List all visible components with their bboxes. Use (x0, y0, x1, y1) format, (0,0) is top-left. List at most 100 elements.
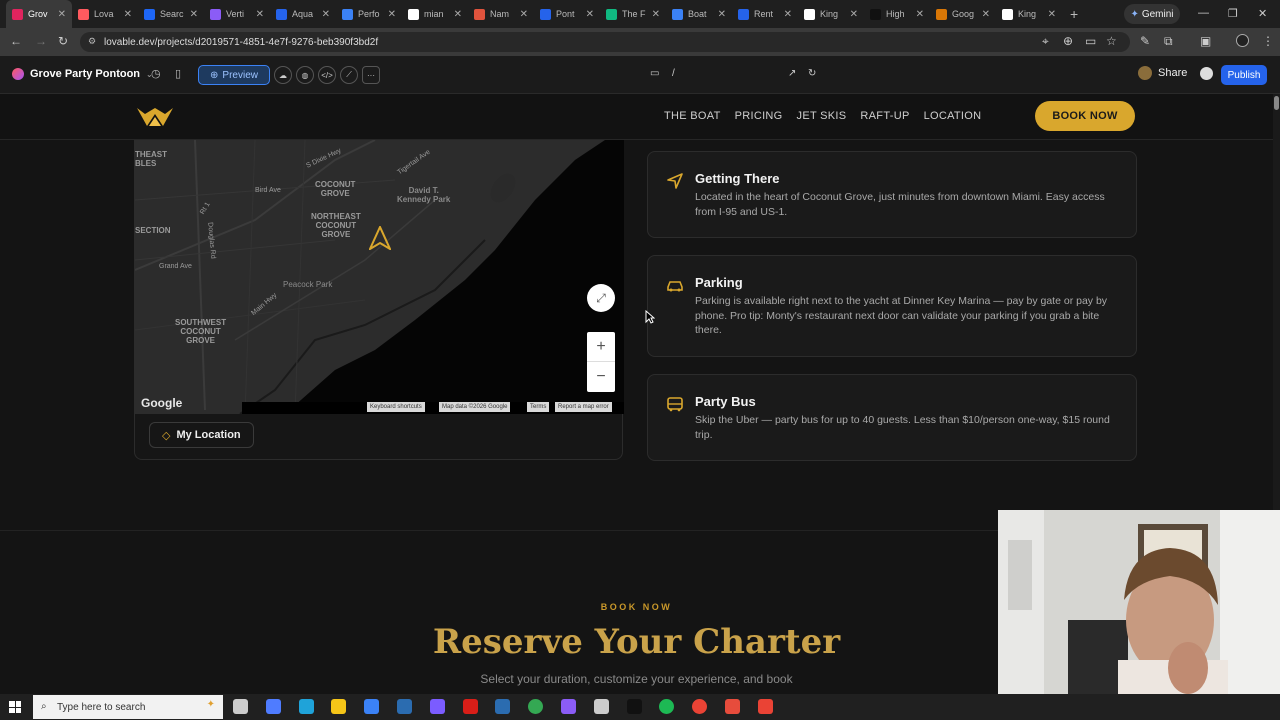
app-chrome-icon[interactable] (757, 699, 773, 714)
maximize-button[interactable]: ❐ (1228, 7, 1238, 20)
edge-icon[interactable] (298, 699, 314, 714)
crown-logo-icon[interactable] (135, 106, 175, 128)
nav-link-raft-up[interactable]: RAFT-UP (860, 110, 909, 122)
code-icon[interactable]: </> (318, 66, 336, 84)
mail-icon[interactable] (364, 699, 380, 714)
discord-icon[interactable] (561, 699, 576, 714)
profile-avatar[interactable] (1236, 34, 1249, 47)
device-icon[interactable]: ▭ (650, 68, 659, 79)
terms-link[interactable]: Terms (527, 402, 550, 412)
open-external-icon[interactable]: ↗ (788, 68, 796, 79)
browser-tab[interactable]: Verti ✕ (204, 0, 270, 28)
minimize-button[interactable]: — (1198, 7, 1209, 19)
tab-close-icon[interactable]: ✕ (1048, 9, 1056, 20)
store-icon[interactable] (397, 699, 412, 714)
zoom-in-icon[interactable]: + (587, 332, 615, 362)
opera-icon[interactable] (462, 699, 478, 714)
browser-tab[interactable]: Boat ✕ (666, 0, 732, 28)
sidebar-toggle-icon[interactable]: ▯ (175, 67, 181, 80)
windows-start-icon[interactable] (9, 701, 21, 713)
capcut-icon[interactable] (626, 699, 642, 714)
history-icon[interactable]: ◷ (151, 67, 161, 80)
tab-close-icon[interactable]: ✕ (718, 9, 726, 20)
task-view-icon[interactable] (233, 699, 248, 714)
book-now-button[interactable]: BOOK NOW (1035, 101, 1135, 131)
reload-icon[interactable]: ↻ (58, 34, 68, 48)
nav-link-pricing[interactable]: PRICING (735, 110, 783, 122)
cloud-icon[interactable]: ☁ (274, 66, 292, 84)
tab-close-icon[interactable]: ✕ (58, 9, 66, 20)
my-location-button[interactable]: ◇ My Location (149, 422, 254, 448)
tab-close-icon[interactable]: ✕ (454, 9, 462, 20)
new-tab-button[interactable]: + (1070, 6, 1078, 22)
tab-close-icon[interactable]: ✕ (850, 9, 858, 20)
zoom-out-icon[interactable]: − (587, 362, 615, 392)
site-info-icon[interactable]: ⚙ (88, 36, 96, 47)
install-icon[interactable]: ▭ (1085, 34, 1096, 48)
nav-link-the-boat[interactable]: THE BOAT (664, 110, 721, 122)
browser-tab[interactable]: Perfo ✕ (336, 0, 402, 28)
file-explorer-icon[interactable] (331, 699, 347, 714)
tab-close-icon[interactable]: ✕ (322, 9, 330, 20)
keyboard-shortcuts-link[interactable]: Keyboard shortcuts (367, 402, 425, 412)
browser-tab[interactable]: Lova ✕ (72, 0, 138, 28)
analytics-icon[interactable]: ⟋ (340, 66, 358, 84)
url-field[interactable]: lovable.dev/projects/d2019571-4851-4e7f-… (80, 32, 1130, 52)
tab-close-icon[interactable]: ✕ (982, 9, 990, 20)
gemini-button[interactable]: ✦ Gemini (1124, 4, 1180, 24)
nav-link-location[interactable]: LOCATION (924, 110, 982, 122)
browser-tab[interactable]: Aqua ✕ (270, 0, 336, 28)
location-icon[interactable]: ⌖ (1042, 34, 1049, 49)
browser-tab[interactable]: Pont ✕ (534, 0, 600, 28)
nav-link-jet-skis[interactable]: JET SKIS (797, 110, 847, 122)
obs-icon[interactable] (593, 699, 609, 714)
report-map-error-link[interactable]: Report a map error (555, 402, 612, 412)
taskbar-search-field[interactable]: ⌕ Type here to search ✦ (33, 695, 223, 719)
tab-close-icon[interactable]: ✕ (388, 9, 396, 20)
tab-close-icon[interactable]: ✕ (652, 9, 660, 20)
menu-icon[interactable]: ⋮ (1262, 34, 1274, 48)
publish-button[interactable]: Publish (1221, 65, 1267, 85)
pen-icon[interactable]: ✎ (1140, 34, 1150, 48)
browser-tab[interactable]: Rent ✕ (732, 0, 798, 28)
tab-close-icon[interactable]: ✕ (520, 9, 528, 20)
palette-icon[interactable]: ◍ (296, 66, 314, 84)
tab-close-icon[interactable]: ✕ (124, 9, 132, 20)
copilot-icon[interactable] (265, 699, 281, 714)
browser-tab[interactable]: Goog ✕ (930, 0, 996, 28)
app-red-icon[interactable] (725, 699, 740, 714)
bookmark-star-icon[interactable]: ☆ (1106, 34, 1117, 48)
refresh-preview-icon[interactable]: ↻ (808, 68, 816, 79)
tab-close-icon[interactable]: ✕ (190, 9, 198, 20)
browser-tab[interactable]: mian ✕ (402, 0, 468, 28)
route-path[interactable]: / (672, 68, 675, 79)
tab-close-icon[interactable]: ✕ (916, 9, 924, 20)
location-marker-icon[interactable] (369, 226, 391, 250)
app-icon[interactable] (429, 699, 445, 714)
tab-close-icon[interactable]: ✕ (586, 9, 594, 20)
route-bar[interactable]: ▭ / ↗ ↻ (644, 64, 824, 86)
google-map[interactable]: THEAST BLES S Dixie Hwy Bird Ave COCONUT G… (135, 140, 624, 414)
zoom-icon[interactable]: ⊕ (1063, 34, 1073, 48)
more-options-icon[interactable]: ··· (362, 66, 380, 84)
tab-close-icon[interactable]: ✕ (256, 9, 264, 20)
browser-tab[interactable]: The F ✕ (600, 0, 666, 28)
sidepanel-icon[interactable]: ▣ (1200, 34, 1211, 48)
browser-tab[interactable]: Grov ✕ (6, 0, 72, 28)
close-window-button[interactable]: ✕ (1258, 7, 1267, 20)
github-icon[interactable] (1200, 67, 1213, 80)
fullscreen-toggle-icon[interactable]: ⤢ (587, 284, 615, 312)
browser-tab[interactable]: Nam ✕ (468, 0, 534, 28)
outlook-icon[interactable] (495, 699, 511, 714)
share-button[interactable]: Share (1138, 66, 1187, 80)
browser-tab[interactable]: Searc ✕ (138, 0, 204, 28)
forward-icon[interactable]: → (35, 34, 47, 48)
project-title[interactable]: Grove Party Pontoon ⌄ (12, 68, 153, 80)
browser-tab[interactable]: King ✕ (798, 0, 864, 28)
browser-tab[interactable]: King ✕ (996, 0, 1062, 28)
preview-button[interactable]: ⊕ Preview (198, 65, 270, 85)
back-icon[interactable]: ← (10, 34, 22, 48)
extensions-icon[interactable]: ⧉ (1164, 34, 1173, 49)
scrollbar-thumb[interactable] (1274, 96, 1279, 110)
tab-close-icon[interactable]: ✕ (784, 9, 792, 20)
